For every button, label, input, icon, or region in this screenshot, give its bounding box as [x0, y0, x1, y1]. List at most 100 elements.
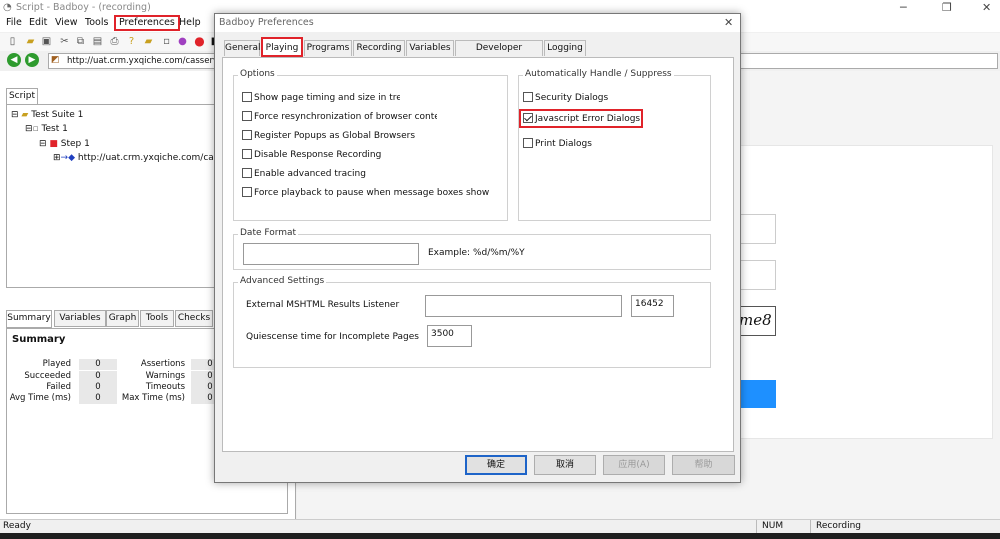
new-icon[interactable]: ▯	[6, 35, 19, 48]
preferences-dialog: Badboy Preferences ✕ General Playing Pro…	[214, 13, 741, 483]
option-javascript-error-dialogs[interactable]: Javascript Error Dialogs	[519, 109, 643, 128]
tree-node-suite[interactable]: ⊟ ▰ Test Suite 1	[11, 110, 83, 120]
option-pause-message-boxes[interactable]: Force playback to pause when message box…	[242, 187, 504, 198]
add-test-icon[interactable]: ▫	[160, 35, 173, 48]
summary-label: Avg Time (ms)	[9, 393, 71, 403]
apply-button[interactable]: 应用(A)	[603, 455, 665, 475]
minimize-icon[interactable]: ─	[900, 1, 907, 14]
cut-icon[interactable]: ✂	[58, 35, 71, 48]
option-page-timing[interactable]: Show page timing and size in tree	[242, 92, 400, 103]
expand-icon[interactable]: ⊞	[53, 153, 61, 163]
menu-edit[interactable]: Edit	[26, 17, 50, 28]
add-step-icon[interactable]: ●	[176, 35, 189, 48]
tree-node-test[interactable]: ⊟▫ Test 1	[25, 124, 68, 134]
help-icon[interactable]: ?	[125, 35, 138, 48]
checkbox[interactable]	[523, 92, 533, 102]
tab-graph[interactable]: Graph	[106, 310, 139, 327]
password-input[interactable]	[738, 260, 776, 290]
option-advanced-tracing[interactable]: Enable advanced tracing	[242, 168, 492, 179]
record-icon[interactable]: ●	[193, 35, 206, 48]
checkbox[interactable]	[523, 138, 533, 148]
date-format-input[interactable]	[243, 243, 419, 265]
quiescence-label: Quiescense time for Incomplete Pages	[246, 332, 419, 342]
listener-input[interactable]	[425, 295, 622, 317]
tab-checks[interactable]: Checks	[175, 310, 213, 327]
open-icon[interactable]: ▰	[24, 35, 37, 48]
restore-icon[interactable]: ❐	[942, 1, 952, 14]
tab-playing[interactable]: Playing	[261, 37, 303, 57]
status-num: NUM	[756, 520, 783, 533]
summary-value: 0	[79, 371, 117, 382]
tree-node-step[interactable]: ⊟ ■ Step 1	[39, 139, 90, 149]
checkbox[interactable]	[242, 187, 252, 197]
ok-button[interactable]: 确定	[465, 455, 527, 475]
tab-logging[interactable]: Logging	[544, 40, 586, 56]
checkbox[interactable]	[242, 149, 252, 159]
tab-programs[interactable]: Programs	[304, 40, 352, 56]
collapse-icon[interactable]: ⊟	[11, 110, 19, 120]
summary-label: Max Time (ms)	[121, 393, 185, 403]
address-url: http://uat.crm.yxqiche.com/casserver/log…	[67, 56, 215, 66]
address-field[interactable]: ◩ http://uat.crm.yxqiche.com/casserver/l…	[48, 53, 216, 69]
checkbox[interactable]	[242, 130, 252, 140]
app-logo-icon: ◔	[3, 2, 12, 13]
forward-icon[interactable]: ▶	[25, 53, 39, 67]
menu-help[interactable]: Help	[176, 17, 204, 28]
options-group-label: Options	[238, 69, 277, 79]
option-force-resync[interactable]: Force resynchronization of browser conte…	[242, 111, 437, 122]
listener-port-input[interactable]: 16452	[631, 295, 674, 317]
tab-tools[interactable]: Tools	[140, 310, 174, 327]
username-input[interactable]	[738, 214, 776, 244]
captcha-image[interactable]: me8	[738, 306, 776, 336]
menu-file[interactable]: File	[3, 17, 25, 28]
login-button[interactable]	[738, 380, 776, 408]
add-folder-icon[interactable]: ▰	[142, 35, 155, 48]
login-card: me8	[737, 145, 993, 439]
advanced-settings-group-label: Advanced Settings	[238, 276, 327, 286]
tree-node-request[interactable]: ⊞→◆ http://uat.crm.yxqiche.com/casse	[53, 153, 229, 163]
checkbox-checked[interactable]	[523, 113, 533, 123]
dialog-close-icon[interactable]: ✕	[724, 16, 733, 29]
folder-icon: ▰	[18, 110, 32, 120]
collapse-icon[interactable]: ⊟	[39, 139, 47, 149]
checkbox[interactable]	[242, 111, 252, 121]
menu-tools[interactable]: Tools	[82, 17, 111, 28]
help-button[interactable]: 帮助	[672, 455, 735, 475]
quiescence-input[interactable]: 3500	[427, 325, 472, 347]
summary-label: Succeeded	[24, 371, 71, 381]
test-icon: ▫	[32, 124, 42, 134]
address-field-extension[interactable]	[740, 53, 998, 69]
tab-variables[interactable]: Variables	[406, 40, 454, 56]
summary-label: Warnings	[145, 371, 185, 381]
tab-developer-settings[interactable]: Developer Settings	[455, 40, 543, 68]
back-icon[interactable]: ◀	[7, 53, 21, 67]
cancel-button[interactable]: 取消	[534, 455, 596, 475]
paste-icon[interactable]: ▤	[91, 35, 104, 48]
option-security-dialogs[interactable]: Security Dialogs	[523, 92, 703, 103]
request-icon: →◆	[60, 153, 78, 163]
menu-preferences[interactable]: Preferences	[114, 15, 180, 31]
close-icon[interactable]: ✕	[982, 1, 991, 14]
date-format-example: Example: %d/%m/%Y	[428, 248, 525, 258]
tab-recording[interactable]: Recording	[353, 40, 405, 56]
status-mode: Recording	[810, 520, 861, 533]
window-title: Script - Badboy - (recording)	[16, 2, 151, 13]
playing-panel: Options Show page timing and size in tre…	[222, 57, 734, 452]
tab-variables[interactable]: Variables	[54, 310, 106, 327]
checkbox[interactable]	[242, 168, 252, 178]
save-icon[interactable]: ▣	[40, 35, 53, 48]
checkbox[interactable]	[242, 92, 252, 102]
print-icon[interactable]: ⎙	[108, 35, 121, 48]
step-icon: ■	[46, 139, 61, 149]
tab-summary[interactable]: Summary	[6, 310, 52, 328]
option-print-dialogs[interactable]: Print Dialogs	[523, 138, 703, 149]
option-disable-response[interactable]: Disable Response Recording	[242, 149, 492, 160]
summary-title: Summary	[12, 334, 66, 345]
option-register-popups[interactable]: Register Popups as Global Browsers	[242, 130, 492, 141]
collapse-icon[interactable]: ⊟	[25, 124, 33, 134]
tab-script[interactable]: Script	[6, 88, 38, 104]
copy-icon[interactable]: ⧉	[74, 35, 87, 48]
tab-general[interactable]: General	[224, 40, 260, 56]
summary-value: 0	[79, 382, 117, 393]
menu-view[interactable]: View	[52, 17, 81, 28]
